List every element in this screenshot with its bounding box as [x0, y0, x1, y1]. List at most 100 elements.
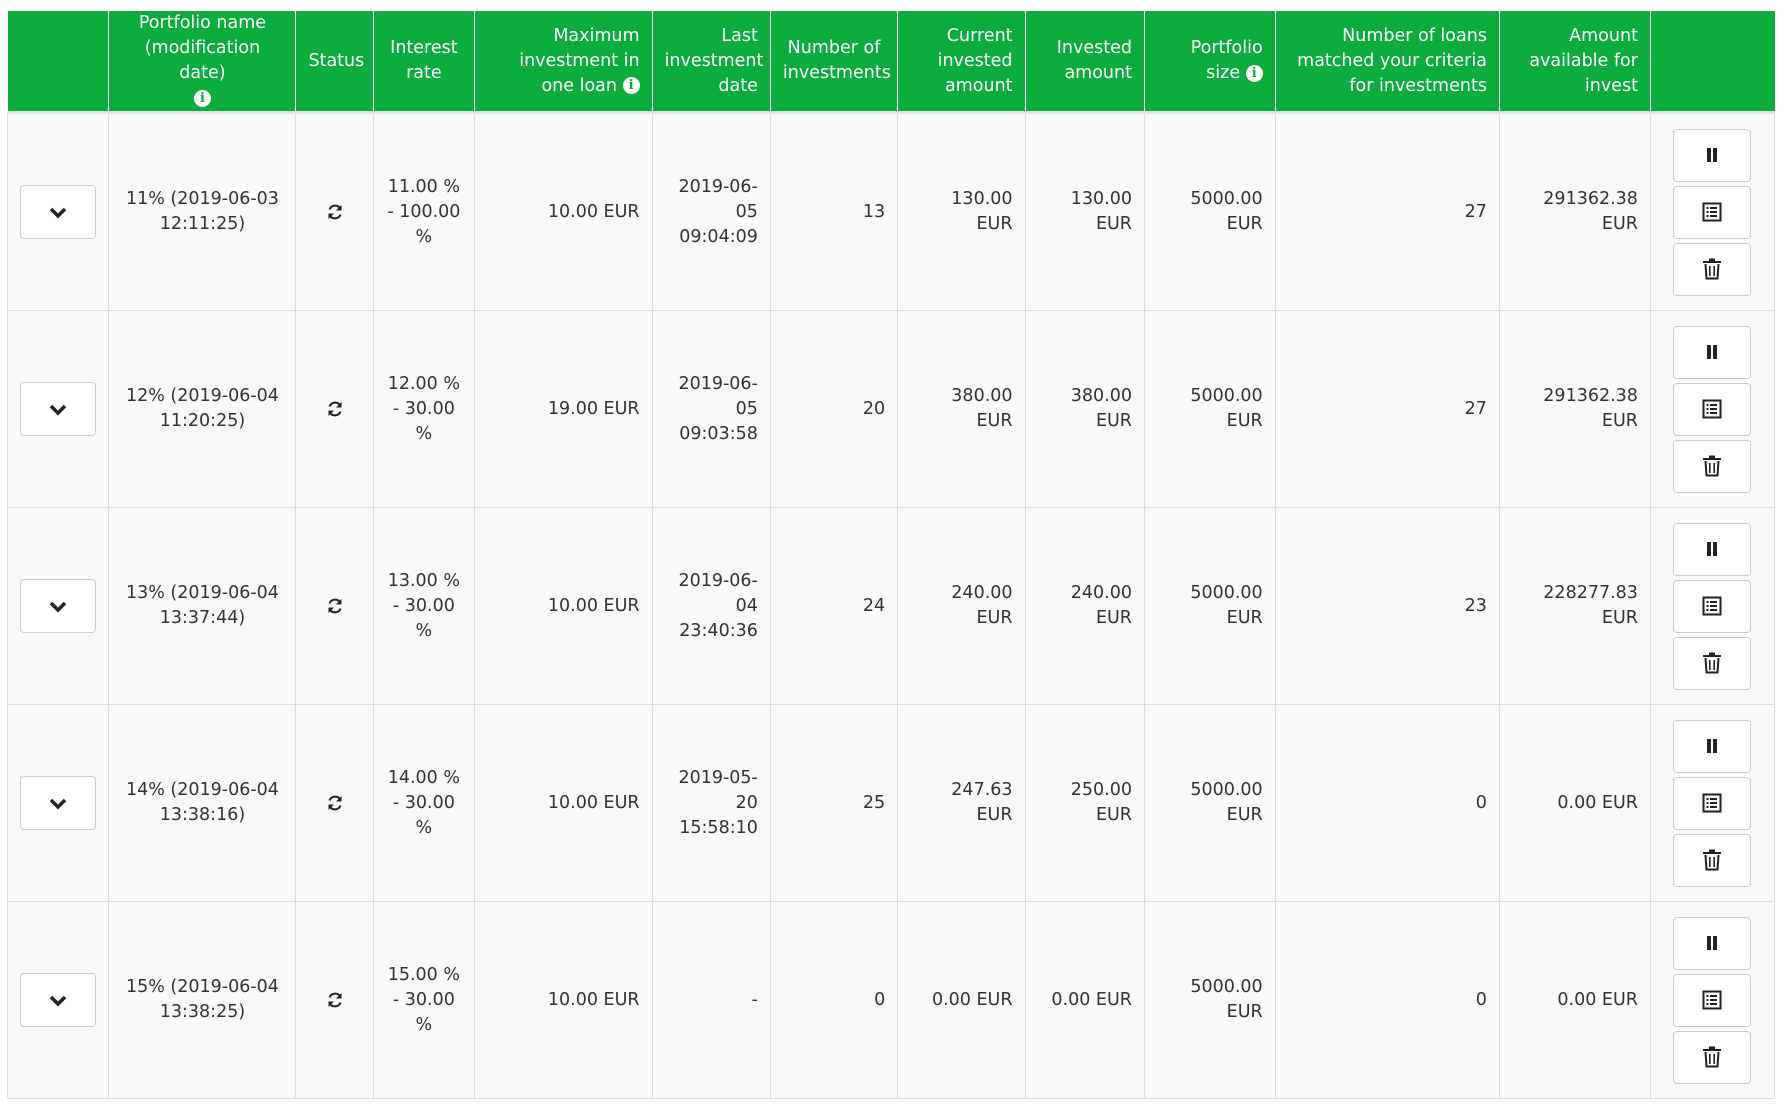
- header-num-investments[interactable]: Number of investments: [769, 11, 898, 114]
- expand-cell: [6, 704, 110, 902]
- list-icon: [1702, 990, 1722, 1010]
- trash-icon: [1703, 652, 1722, 674]
- max-investment: 10.00 EUR: [473, 704, 653, 902]
- info-icon[interactable]: i: [1245, 64, 1263, 82]
- actions-group: [1663, 325, 1762, 493]
- header-actions: [1649, 11, 1775, 114]
- invested-amount: 380.00 EUR: [1024, 310, 1145, 508]
- portfolio-size: 5000.00 EUR: [1143, 112, 1276, 311]
- header-status[interactable]: Status: [295, 11, 374, 114]
- max-investment: 10.00 EUR: [473, 112, 653, 311]
- header-max-investment[interactable]: Maximum investment in one loan i: [473, 11, 653, 114]
- portfolio-table-container: Portfolio name (modification date) i Stat…: [6, 11, 1776, 1099]
- refresh-icon[interactable]: [325, 399, 345, 419]
- details-button[interactable]: [1673, 973, 1752, 1027]
- num-investments: 25: [769, 704, 899, 902]
- header-amount-available[interactable]: Amount available for invest: [1498, 11, 1651, 114]
- last-investment: -: [651, 901, 771, 1099]
- last-investment: 2019-06-05 09:03:58: [651, 310, 771, 508]
- actions-group: [1663, 128, 1762, 296]
- num-investments: 13: [769, 112, 899, 311]
- actions-group: [1663, 916, 1762, 1084]
- actions-cell: [1649, 507, 1776, 705]
- interest-rate: 14.00 % - 30.00 %: [373, 704, 475, 902]
- refresh-icon[interactable]: [325, 793, 345, 813]
- portfolio-size: 5000.00 EUR: [1143, 507, 1276, 705]
- chevron-down-icon: [49, 798, 67, 810]
- delete-button[interactable]: [1673, 636, 1752, 690]
- header-current-invested[interactable]: Current invested amount: [897, 11, 1026, 114]
- pause-button[interactable]: [1673, 325, 1752, 379]
- header-interest-rate[interactable]: Interest rate: [373, 11, 475, 114]
- expand-cell: [6, 310, 110, 508]
- invested-amount: 130.00 EUR: [1024, 112, 1145, 311]
- actions-group: [1663, 719, 1762, 887]
- actions-cell: [1649, 112, 1776, 311]
- status-cell: [295, 310, 375, 508]
- table-row: 15% (2019-06-04 13:38:25) 15.00 % - 30.0…: [6, 901, 1776, 1099]
- header-invested[interactable]: Invested amount: [1024, 11, 1145, 114]
- portfolio-name: 12% (2019-06-04 11:20:25): [108, 310, 297, 508]
- refresh-icon[interactable]: [325, 990, 345, 1010]
- actions-cell: [1649, 901, 1776, 1099]
- refresh-icon[interactable]: [325, 202, 345, 222]
- delete-button[interactable]: [1673, 242, 1752, 296]
- table-row: 14% (2019-06-04 13:38:16) 14.00 % - 30.0…: [6, 704, 1776, 902]
- delete-button[interactable]: [1673, 1030, 1752, 1084]
- expand-button[interactable]: [20, 776, 97, 830]
- max-investment: 10.00 EUR: [473, 901, 653, 1099]
- interest-rate: 12.00 % - 30.00 %: [373, 310, 475, 508]
- chevron-down-icon: [49, 404, 67, 416]
- details-button[interactable]: [1673, 776, 1752, 830]
- info-icon[interactable]: i: [622, 77, 640, 94]
- list-icon: [1702, 793, 1722, 813]
- expand-button[interactable]: [20, 973, 97, 1027]
- header-portfolio-size[interactable]: Portfolio size i: [1143, 11, 1276, 114]
- num-loans: 0: [1274, 704, 1500, 902]
- delete-button[interactable]: [1673, 833, 1752, 887]
- delete-button[interactable]: [1673, 439, 1752, 493]
- actions-cell: [1649, 704, 1776, 902]
- chevron-down-icon: [49, 207, 67, 219]
- pause-button[interactable]: [1673, 916, 1752, 970]
- trash-icon: [1703, 455, 1722, 477]
- details-button[interactable]: [1673, 579, 1752, 633]
- pause-button[interactable]: [1673, 719, 1752, 773]
- last-investment: 2019-05-20 15:58:10: [651, 704, 771, 902]
- num-investments: 0: [769, 901, 899, 1099]
- chevron-down-icon: [49, 995, 67, 1007]
- expand-button[interactable]: [20, 382, 97, 436]
- list-icon: [1702, 399, 1722, 419]
- details-button[interactable]: [1673, 382, 1752, 436]
- portfolio-name: 14% (2019-06-04 13:38:16): [108, 704, 297, 902]
- trash-icon: [1703, 1046, 1722, 1068]
- portfolio-size: 5000.00 EUR: [1143, 310, 1276, 508]
- trash-icon: [1703, 849, 1722, 871]
- table-row: 13% (2019-06-04 13:37:44) 13.00 % - 30.0…: [6, 507, 1776, 705]
- header-num-loans[interactable]: Number of loans matched your criteria fo…: [1274, 11, 1500, 114]
- invested-amount: 0.00 EUR: [1024, 901, 1145, 1099]
- expand-button[interactable]: [20, 185, 97, 239]
- list-icon: [1702, 596, 1722, 616]
- pause-button[interactable]: [1673, 522, 1752, 576]
- table-row: 12% (2019-06-04 11:20:25) 12.00 % - 30.0…: [6, 310, 1776, 508]
- details-button[interactable]: [1673, 185, 1752, 239]
- actions-group: [1663, 522, 1762, 690]
- pause-icon: [1707, 345, 1718, 359]
- current-invested: 240.00 EUR: [897, 507, 1026, 705]
- info-icon[interactable]: i: [193, 89, 211, 107]
- portfolio-name: 13% (2019-06-04 13:37:44): [108, 507, 297, 705]
- refresh-icon[interactable]: [325, 596, 345, 616]
- pause-button[interactable]: [1673, 128, 1752, 182]
- status-cell: [295, 901, 375, 1099]
- portfolio-name: 11% (2019-06-03 12:11:25): [108, 112, 297, 311]
- current-invested: 380.00 EUR: [897, 310, 1026, 508]
- num-loans: 0: [1274, 901, 1500, 1099]
- amount-available: 291362.38 EUR: [1498, 112, 1651, 311]
- header-portfolio-name[interactable]: Portfolio name (modification date) i: [108, 11, 296, 114]
- expand-button[interactable]: [20, 579, 97, 633]
- header-last-investment[interactable]: Last investment date: [651, 11, 771, 114]
- portfolio-table: Portfolio name (modification date) i Stat…: [6, 11, 1776, 1099]
- trash-icon: [1703, 258, 1722, 280]
- status-cell: [295, 704, 375, 902]
